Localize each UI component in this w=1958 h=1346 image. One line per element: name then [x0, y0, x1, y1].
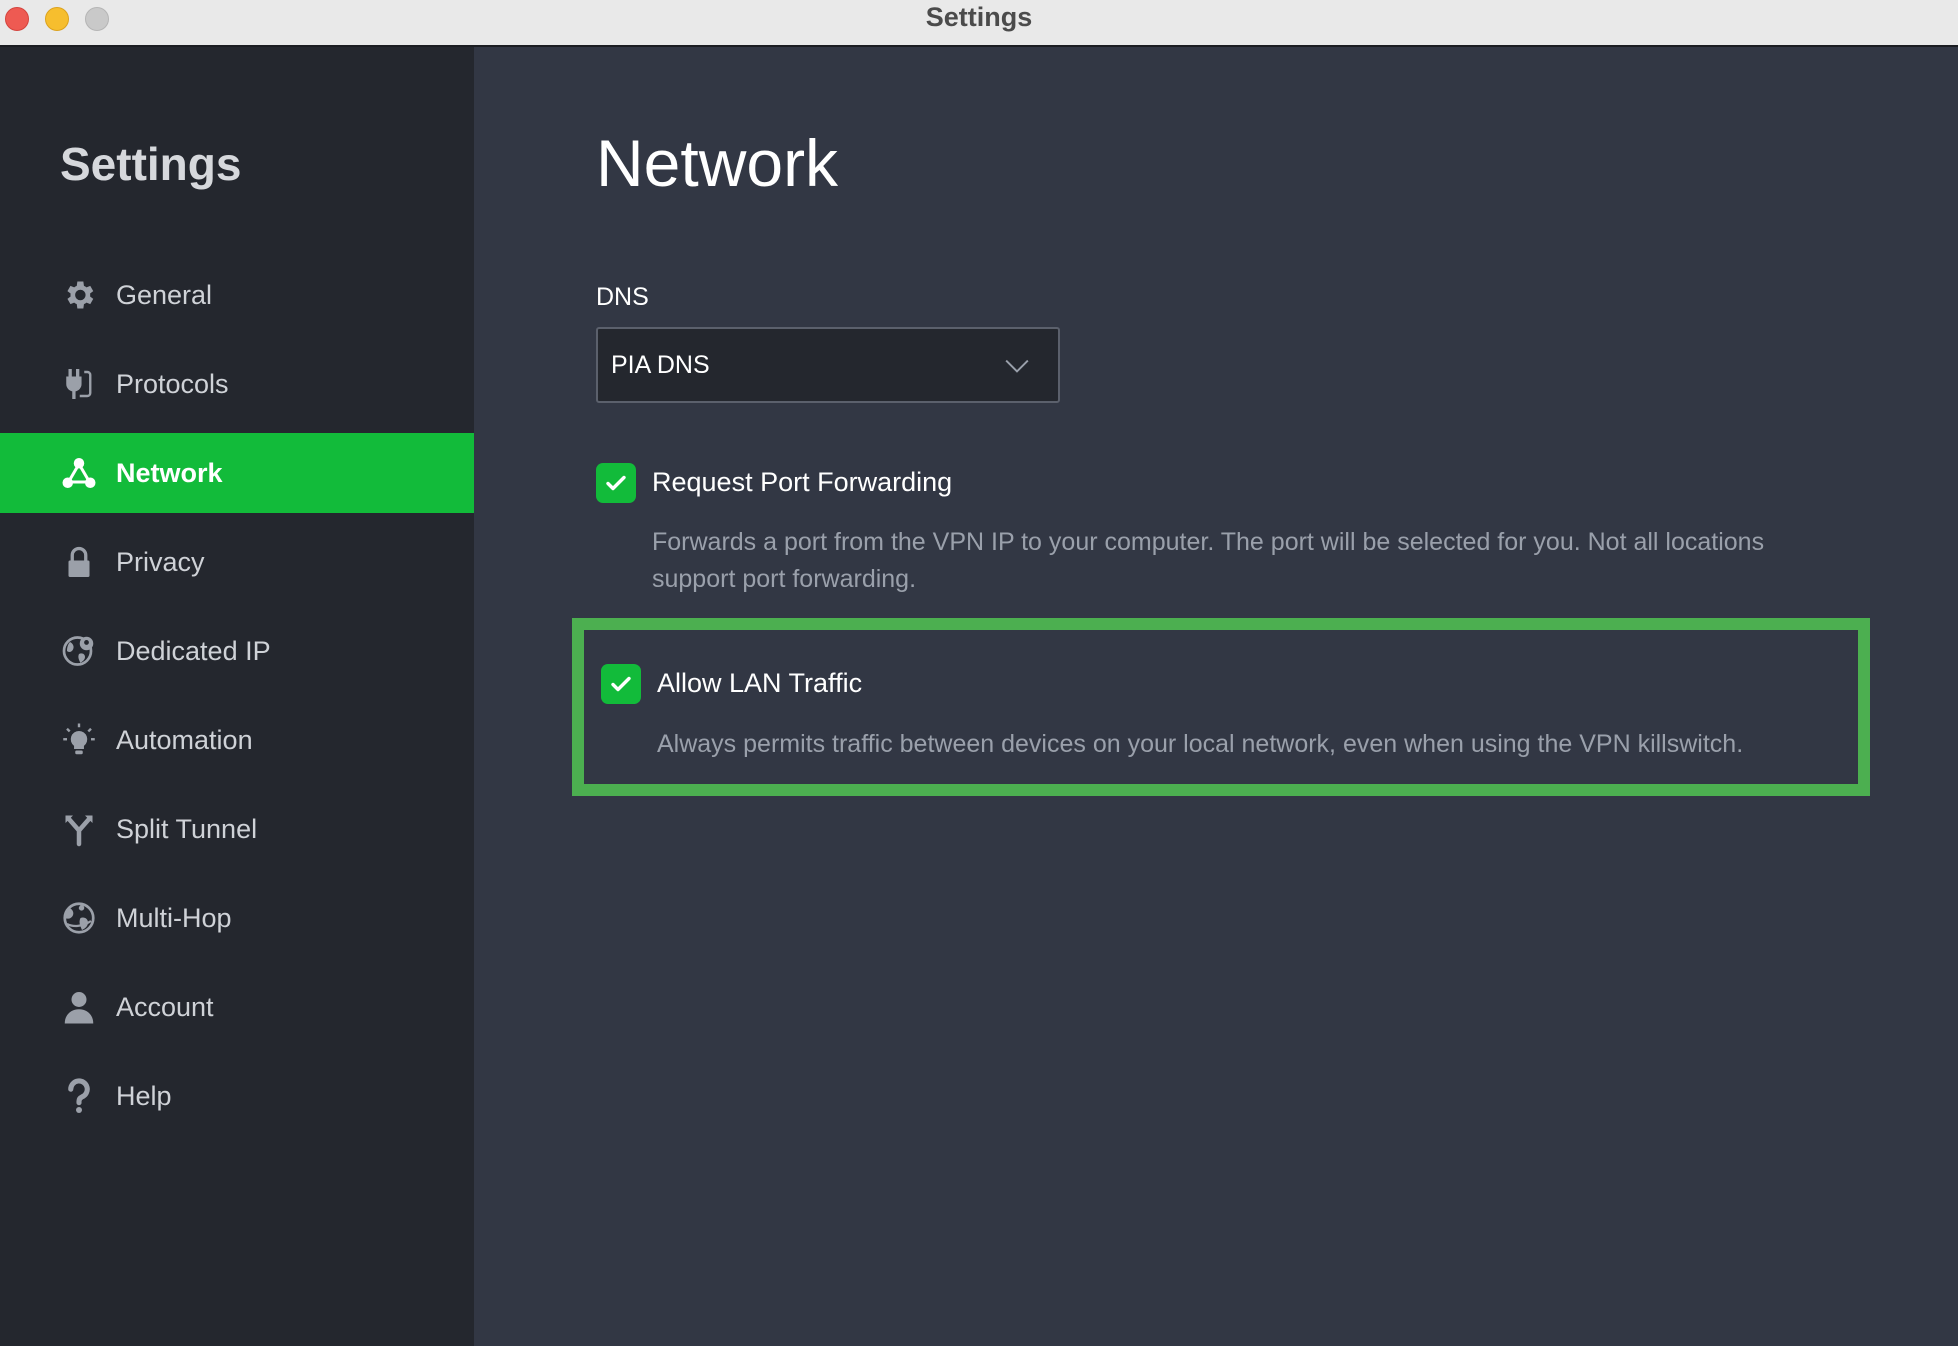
- lightbulb-icon: [60, 721, 98, 759]
- chevron-down-icon: [1005, 359, 1029, 373]
- split-tunnel-icon: [60, 810, 98, 848]
- port-forwarding-checkbox[interactable]: [596, 463, 636, 503]
- sidebar-item-multi-hop[interactable]: Multi-Hop: [0, 878, 474, 958]
- window-title: Settings: [925, 2, 1033, 32]
- title-bar: Settings: [0, 0, 1958, 47]
- highlight-frame: [572, 618, 1870, 796]
- gear-icon: [60, 276, 98, 314]
- sidebar-item-label: Automation: [116, 724, 253, 755]
- sidebar-item-label: General: [116, 279, 213, 310]
- allow-lan-description: Always permits traffic between devices o…: [657, 730, 1744, 758]
- sidebar-item-label: Network: [116, 457, 223, 488]
- checkmark-icon: [606, 475, 626, 491]
- sidebar-item-label: Multi-Hop: [116, 902, 232, 933]
- sidebar-item-label: Help: [116, 1080, 172, 1111]
- sidebar-item-label: Account: [116, 991, 214, 1022]
- sidebar-item-label: Dedicated IP: [116, 635, 271, 666]
- sidebar-item-general[interactable]: General: [0, 255, 474, 335]
- sidebar-item-label: Privacy: [116, 546, 205, 577]
- sidebar-item-account[interactable]: Account: [0, 967, 474, 1047]
- plug-icon: [60, 365, 98, 403]
- lock-icon: [60, 543, 98, 581]
- sidebar-item-label: Split Tunnel: [116, 813, 258, 844]
- dns-selected-value: PIA DNS: [611, 350, 710, 379]
- sidebar-item-protocols[interactable]: Protocols: [0, 344, 474, 424]
- sidebar-title: Settings: [60, 138, 242, 190]
- port-forwarding-description: Forwards a port from the VPN IP to your …: [652, 528, 1765, 593]
- sidebar-item-dedicated-ip[interactable]: Dedicated IP: [0, 611, 474, 691]
- main-panel: Network DNS PIA DNS Request Port Forward…: [474, 47, 1958, 1346]
- sidebar-item-split-tunnel[interactable]: Split Tunnel: [0, 789, 474, 869]
- sidebar-item-label: Protocols: [116, 368, 229, 399]
- sidebar-nav: General Protocols Network Privacy Dedica…: [0, 255, 474, 1145]
- question-icon: [60, 1077, 98, 1115]
- globe-icon: [60, 899, 98, 937]
- port-forwarding-label[interactable]: Request Port Forwarding: [652, 467, 952, 498]
- sidebar-item-network[interactable]: Network: [0, 433, 474, 513]
- dns-dropdown[interactable]: PIA DNS: [596, 327, 1060, 403]
- sidebar-item-privacy[interactable]: Privacy: [0, 522, 474, 602]
- checkmark-icon: [611, 676, 631, 692]
- sidebar-item-help[interactable]: Help: [0, 1056, 474, 1136]
- user-icon: [60, 988, 98, 1026]
- dns-label: DNS: [596, 283, 649, 311]
- sidebar-item-automation[interactable]: Automation: [0, 700, 474, 780]
- allow-lan-checkbox[interactable]: [601, 664, 641, 704]
- allow-lan-label[interactable]: Allow LAN Traffic: [657, 668, 862, 699]
- network-icon: [60, 454, 98, 492]
- page-title: Network: [596, 126, 839, 200]
- sidebar: Settings General Protocols Network Priva…: [0, 47, 474, 1346]
- dedicated-ip-icon: [60, 632, 98, 670]
